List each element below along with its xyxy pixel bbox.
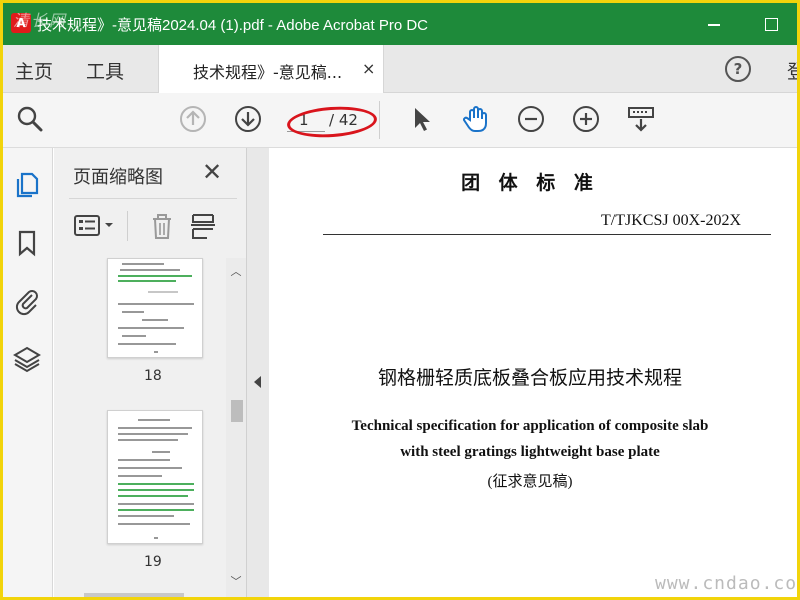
minimize-button[interactable] <box>700 11 730 37</box>
left-navigation-rail <box>3 148 53 597</box>
draft-note: (征求意见稿) <box>487 474 573 490</box>
options-menu-icon[interactable] <box>73 213 117 239</box>
layers-icon[interactable] <box>12 344 42 374</box>
close-tab-button[interactable]: × <box>362 59 375 78</box>
panel-title: 页面缩略图 <box>73 167 163 188</box>
thumbnail-panel: 页面缩略图 ✕ 18 19 ︿ ﹀ <box>54 148 247 597</box>
watermark-bottom-right: www.cndao.com <box>655 573 797 594</box>
document-tab-label: 技术规程》-意见稿... <box>193 63 343 82</box>
page-thumbnail[interactable] <box>107 410 203 544</box>
toolbar-divider <box>379 101 380 139</box>
signin-button[interactable]: 登 <box>787 57 797 84</box>
standard-heading: 团 体 标 准 <box>461 172 599 194</box>
scroll-up-arrow-icon[interactable]: ︿ <box>230 266 242 278</box>
search-zoom-icon[interactable] <box>15 104 45 134</box>
thumbnail-page-number: 18 <box>144 368 162 384</box>
next-page-icon[interactable] <box>233 104 263 134</box>
chinese-title: 钢格栅轻质底板叠合板应用技术规程 <box>377 367 682 389</box>
thumbnail-scrollbar[interactable]: ︿ ﹀ <box>226 258 246 597</box>
thumbnail-page-number: 19 <box>144 554 162 570</box>
panel-toolbar <box>69 198 237 252</box>
title-bar: A 清长网 技术规程》-意见稿2024.04 (1).pdf - Adobe A… <box>3 3 797 45</box>
panel-collapse-strip[interactable] <box>247 148 269 597</box>
insert-page-icon[interactable] <box>189 211 219 241</box>
tab-bar: 主页 工具 技术规程》-意见稿... × ? 登 <box>3 45 797 93</box>
toolbar: 1 / 42 <box>3 93 797 148</box>
attachment-icon[interactable] <box>12 286 42 316</box>
document-page: 团 体 标 准 T/TJKCSJ 00X-202X 钢格栅轻质底板叠合板应用技术… <box>270 148 797 597</box>
trash-icon[interactable] <box>148 211 176 241</box>
scrollbar-thumb[interactable] <box>231 400 243 422</box>
page-thumbnails-icon[interactable] <box>12 170 42 200</box>
tab-home[interactable]: 主页 <box>15 57 53 84</box>
help-icon[interactable]: ? <box>725 56 751 82</box>
page-display-icon[interactable] <box>626 104 656 134</box>
previous-page-icon[interactable] <box>178 104 208 134</box>
select-cursor-icon[interactable] <box>406 104 436 134</box>
horizontal-scrollbar[interactable] <box>84 593 184 597</box>
page-thumbnail[interactable] <box>107 258 203 358</box>
scroll-down-arrow-icon[interactable]: ﹀ <box>230 576 242 588</box>
english-title-line-2: with steel gratings lightweight base pla… <box>400 444 660 460</box>
zoom-out-icon[interactable] <box>516 104 546 134</box>
tab-document[interactable]: 技术规程》-意见稿... × <box>158 45 384 93</box>
collapse-arrow-icon[interactable] <box>254 376 261 388</box>
close-panel-button[interactable]: ✕ <box>202 158 222 186</box>
standard-code: T/TJKCSJ 00X-202X <box>601 212 742 229</box>
thumbnail-list: 18 19 <box>54 258 226 597</box>
window-title: 技术规程》-意见稿2024.04 (1).pdf - Adobe Acrobat… <box>37 17 428 34</box>
panel-tool-divider <box>127 211 128 241</box>
hand-tool-icon[interactable] <box>461 104 491 134</box>
english-title-line-1: Technical specification for application … <box>351 418 709 434</box>
acrobat-window: A 清长网 技术规程》-意见稿2024.04 (1).pdf - Adobe A… <box>3 3 797 597</box>
maximize-button[interactable] <box>759 11 789 37</box>
bookmark-icon[interactable] <box>12 228 42 258</box>
tab-tools[interactable]: 工具 <box>86 57 124 84</box>
heading-rule <box>323 234 771 235</box>
zoom-in-icon[interactable] <box>571 104 601 134</box>
